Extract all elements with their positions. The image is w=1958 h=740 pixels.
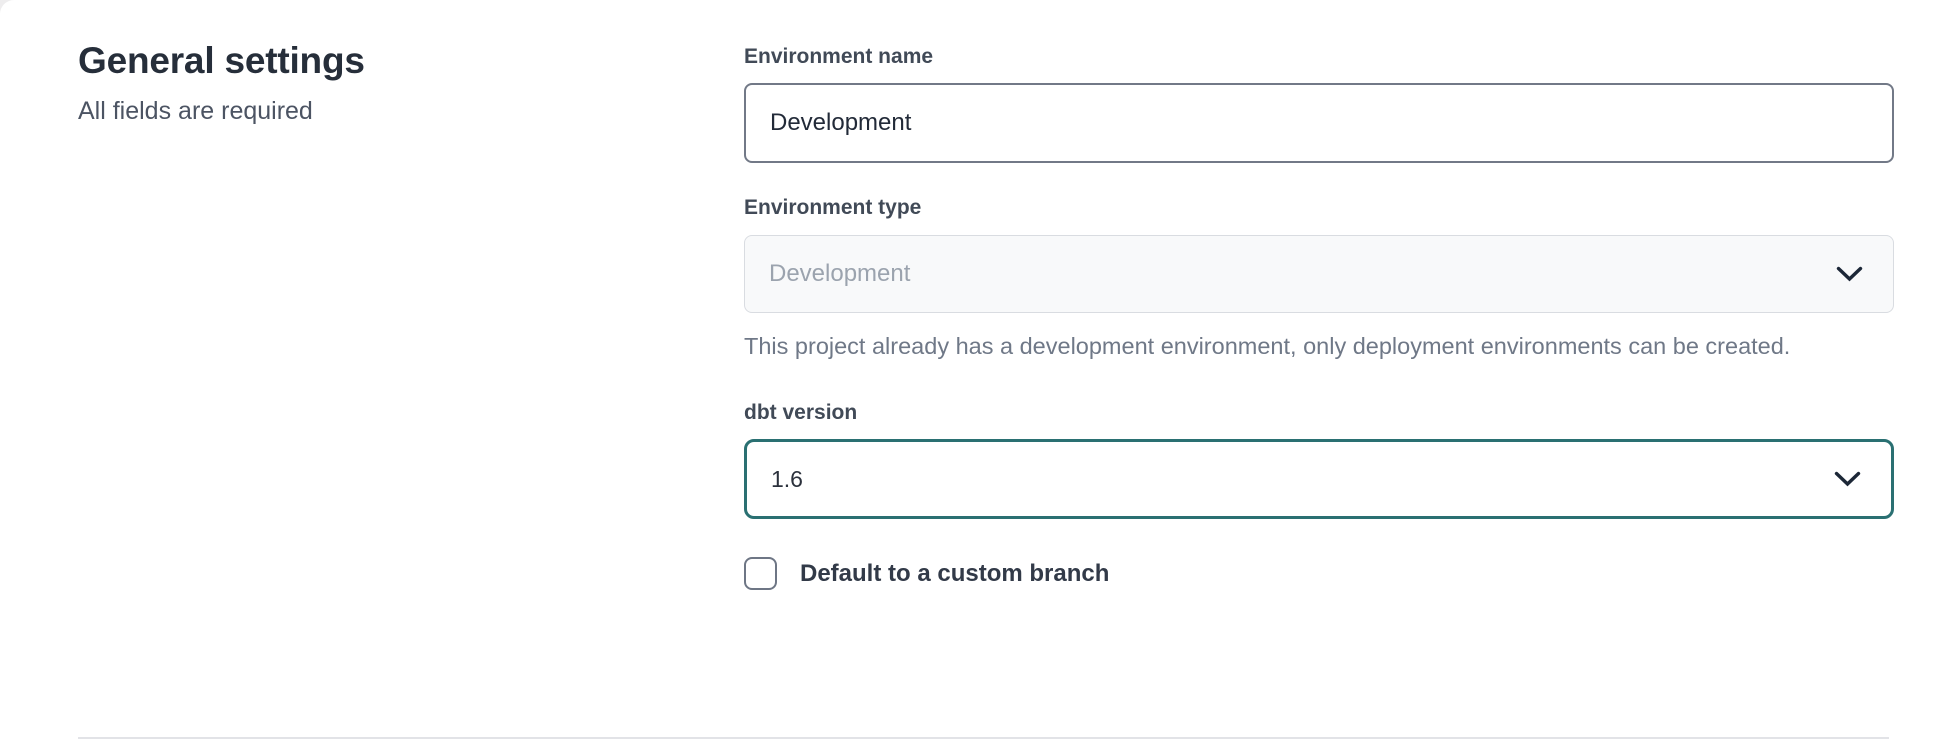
environment-name-label: Environment name <box>744 44 1894 70</box>
custom-branch-row: Default to a custom branch <box>744 557 1894 590</box>
custom-branch-label[interactable]: Default to a custom branch <box>800 560 1109 588</box>
page-subtitle: All fields are required <box>78 97 678 126</box>
environment-name-input[interactable] <box>744 83 1894 163</box>
page-title: General settings <box>78 40 678 82</box>
custom-branch-checkbox[interactable] <box>744 557 777 590</box>
dbt-version-value: 1.6 <box>771 466 803 493</box>
environment-type-value: Development <box>769 260 910 288</box>
general-settings-card: General settings All fields are required… <box>0 0 1958 740</box>
dbt-version-select[interactable]: 1.6 <box>744 439 1894 519</box>
environment-type-label: Environment type <box>744 195 1894 221</box>
dbt-version-label: dbt version <box>744 400 1894 426</box>
environment-type-help-text: This project already has a development e… <box>744 328 1804 364</box>
chevron-down-icon <box>1836 266 1863 282</box>
environment-type-select: Development <box>744 235 1894 313</box>
settings-header: General settings All fields are required <box>78 40 678 126</box>
section-divider <box>78 737 1889 739</box>
chevron-down-icon <box>1834 471 1861 487</box>
settings-form: Environment name Environment type Develo… <box>744 44 1894 590</box>
